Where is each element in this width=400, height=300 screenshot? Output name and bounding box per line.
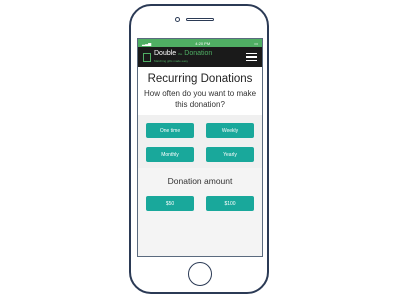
signal-icon: ▂▃▅ [142, 40, 152, 46]
app-screen: ▂▃▅ 4:20 PM ▭ Double the Donation Matchi… [137, 38, 263, 257]
home-button[interactable] [188, 262, 212, 286]
status-time: 4:20 PM [195, 40, 211, 46]
amount-options: $50 $100 [138, 196, 262, 211]
battery-icon: ▭ [254, 40, 258, 46]
amount-title: Donation amount [138, 168, 262, 196]
menu-bar [246, 56, 257, 58]
menu-bar [246, 52, 257, 55]
logo-tagline: Matching gifts made easy [154, 58, 189, 63]
camera-icon [175, 17, 180, 22]
amount-50-button[interactable]: $50 [146, 196, 194, 211]
one-time-button[interactable]: One time [146, 123, 194, 138]
logo-part2: Donation [184, 49, 213, 57]
yearly-button[interactable]: Yearly [206, 147, 254, 162]
menu-bar [246, 59, 257, 62]
page-title: Recurring Donations [147, 73, 253, 85]
monthly-button[interactable]: Monthly [146, 147, 194, 162]
amount-100-button[interactable]: $100 [206, 196, 254, 211]
weekly-button[interactable]: Weekly [206, 123, 254, 138]
app-header: Double the Donation Matching gifts made … [138, 47, 262, 67]
logo-part1: Double [154, 49, 177, 57]
main-content: Recurring Donations How often do you wan… [138, 67, 262, 115]
logo-icon [143, 52, 151, 62]
logo[interactable]: Double the Donation Matching gifts made … [154, 50, 212, 65]
frequency-question: How often do you want to make this donat… [143, 89, 257, 109]
speaker-grille [186, 18, 214, 21]
hamburger-menu-icon[interactable] [246, 52, 257, 62]
logo-separator: the [178, 51, 183, 56]
frequency-options: One time Weekly Monthly Yearly [138, 115, 262, 168]
status-bar: ▂▃▅ 4:20 PM ▭ [138, 39, 262, 47]
